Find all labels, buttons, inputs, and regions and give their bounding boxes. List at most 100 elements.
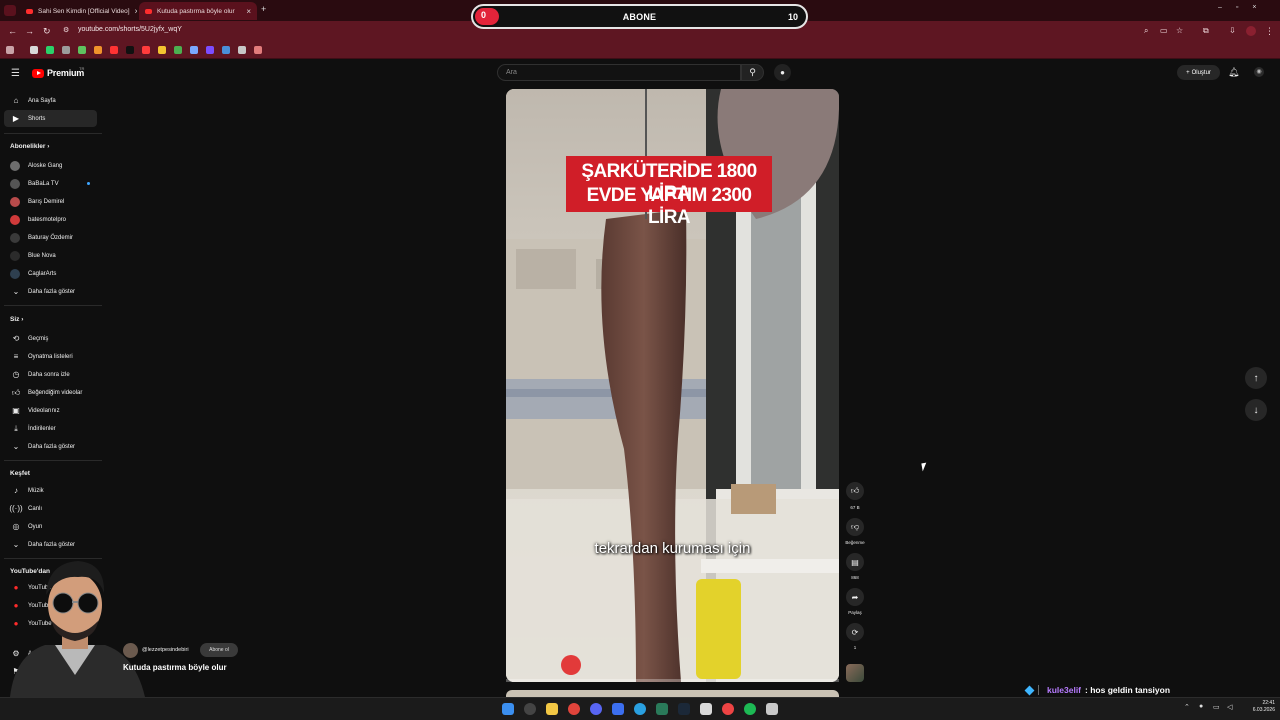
network-icon[interactable]: ▭ bbox=[1213, 703, 1220, 711]
voice-search-button[interactable]: ● bbox=[774, 64, 791, 81]
browser-menu-icon[interactable]: ⋮ bbox=[1265, 26, 1274, 37]
channel-handle[interactable]: @lezzetpesindebiri bbox=[142, 647, 189, 653]
shorts-video-player[interactable]: ŞARKÜTERİDE 1800 LİRA EVDE YAPTIM 2300 L… bbox=[506, 89, 839, 682]
remix-button[interactable]: ⟳ bbox=[846, 623, 864, 641]
show-more-you[interactable]: ⌄ Daha fazla göster bbox=[4, 438, 97, 455]
sidebar-item-watch-later[interactable]: ◷ Daha sonra izle bbox=[4, 366, 97, 383]
subscribe-button[interactable]: Abone ol bbox=[200, 643, 238, 657]
steam-icon[interactable] bbox=[678, 703, 690, 715]
notifications-bell-icon[interactable]: 🔔︎ bbox=[1228, 67, 1239, 78]
tray-chevron-icon[interactable]: ⌃ bbox=[1184, 703, 1190, 711]
chrome-icon[interactable] bbox=[568, 703, 580, 715]
extensions-icon[interactable]: ⧉ bbox=[1203, 26, 1209, 36]
sidebar-item-liked-videos[interactable]: 👍︎ Beğendiğim videolar bbox=[4, 384, 97, 401]
account-avatar[interactable]: ◉ bbox=[1254, 67, 1264, 77]
close-tab-icon[interactable]: × bbox=[135, 7, 137, 16]
sidebar-item-label: Geçmiş bbox=[28, 335, 49, 342]
tab-search-button[interactable] bbox=[4, 5, 16, 16]
subscriptions-heading[interactable]: Abonelikler › bbox=[10, 143, 49, 150]
previous-short-button[interactable]: ↑ bbox=[1245, 367, 1267, 389]
download-icon: ⤓ bbox=[14, 423, 18, 433]
volume-icon[interactable]: ◁ bbox=[1227, 703, 1232, 711]
dislike-button[interactable]: 👎︎ bbox=[846, 518, 864, 536]
subscription-item[interactable]: BaBaLa TV bbox=[4, 175, 97, 192]
browser-tab-2[interactable]: Kutuda pastırma böyle olur × bbox=[139, 2, 257, 20]
app-icon[interactable] bbox=[656, 703, 668, 715]
search-icon[interactable] bbox=[524, 703, 536, 715]
bookmark-icon[interactable] bbox=[174, 46, 182, 54]
share-label: Paylaş bbox=[848, 610, 862, 615]
subscription-item[interactable]: Aloske Gang bbox=[4, 157, 97, 174]
cast-icon[interactable]: ▭ bbox=[1160, 26, 1168, 35]
app-icon[interactable] bbox=[766, 703, 778, 715]
apps-icon[interactable] bbox=[6, 46, 14, 54]
sidebar-item-gaming[interactable]: ◎ Oyun bbox=[4, 518, 97, 535]
bookmark-icon[interactable] bbox=[94, 46, 102, 54]
mic-icon: ● bbox=[780, 68, 785, 77]
bookmark-icon[interactable] bbox=[222, 46, 230, 54]
folder-icon[interactable] bbox=[158, 46, 166, 54]
show-more-subscriptions[interactable]: ⌄ Daha fazla göster bbox=[4, 283, 97, 300]
bookmark-icon[interactable] bbox=[62, 46, 70, 54]
hamburger-menu-icon[interactable]: ☰ bbox=[11, 68, 20, 79]
bookmark-icon[interactable] bbox=[30, 46, 38, 54]
profile-avatar[interactable] bbox=[1246, 26, 1256, 36]
bookmark-icon[interactable] bbox=[78, 46, 86, 54]
video-progress-bar[interactable] bbox=[506, 679, 839, 682]
subscription-item[interactable]: Baturay Özdemir bbox=[4, 229, 97, 246]
telegram-icon[interactable] bbox=[634, 703, 646, 715]
site-info-icon[interactable]: ⚙ bbox=[63, 26, 69, 34]
share-button[interactable]: ➦ bbox=[846, 588, 864, 606]
url-field[interactable]: youtube.com/shorts/5U2jyfx_wqY bbox=[78, 26, 182, 33]
search-button[interactable]: ⚲ bbox=[741, 64, 764, 81]
zoom-icon[interactable]: ⌕ bbox=[1144, 26, 1148, 36]
bookmark-icon[interactable] bbox=[190, 46, 198, 54]
x-bookmark-icon[interactable] bbox=[126, 46, 134, 54]
sidebar-item-shorts[interactable]: ▶ Shorts bbox=[4, 110, 97, 127]
app-icon[interactable] bbox=[700, 703, 712, 715]
like-button[interactable]: 👍︎ bbox=[846, 482, 864, 500]
sidebar-item-downloads[interactable]: ⤓ İndirilenler bbox=[4, 420, 97, 437]
reload-icon[interactable]: ↻ bbox=[43, 26, 51, 37]
sidebar-item-your-videos[interactable]: ▣ Videolarınız bbox=[4, 402, 97, 419]
channel-avatar[interactable] bbox=[123, 643, 138, 658]
sidebar-item-music[interactable]: ♪ Müzik bbox=[4, 482, 97, 499]
window-controls[interactable]: –▫× bbox=[1218, 4, 1270, 11]
you-heading[interactable]: Siz › bbox=[10, 316, 23, 323]
spotify-icon[interactable] bbox=[744, 703, 756, 715]
back-icon[interactable]: ← bbox=[8, 26, 17, 36]
bookmark-icon[interactable] bbox=[46, 46, 54, 54]
bookmark-icon[interactable] bbox=[254, 46, 262, 54]
create-button[interactable]: + Oluştur bbox=[1177, 65, 1220, 80]
app-icon[interactable] bbox=[612, 703, 624, 715]
sidebar-item-playlists[interactable]: ≡ Oynatma listeleri bbox=[4, 348, 97, 365]
discord-icon[interactable] bbox=[590, 703, 602, 715]
windows-start-icon[interactable] bbox=[502, 703, 514, 715]
tray-app-icon[interactable]: ● bbox=[1199, 703, 1203, 710]
downloads-icon[interactable]: ⇩ bbox=[1229, 26, 1236, 35]
app-icon[interactable] bbox=[722, 703, 734, 715]
comments-button[interactable]: ▤ bbox=[846, 553, 864, 571]
bookmark-star-icon[interactable]: ☆ bbox=[1176, 26, 1183, 35]
new-tab-icon[interactable]: + bbox=[261, 4, 266, 14]
close-tab-icon[interactable]: × bbox=[246, 7, 251, 16]
bookmark-icon[interactable] bbox=[142, 46, 150, 54]
sidebar-item-history[interactable]: ⟲ Geçmiş bbox=[4, 330, 97, 347]
browser-tab-1[interactable]: Sahi Sen Kimdin [Official Video] × bbox=[20, 2, 137, 20]
bookmark-icon[interactable] bbox=[110, 46, 118, 54]
subscription-item[interactable]: Barış Demirel bbox=[4, 193, 97, 210]
bookmark-icon[interactable] bbox=[238, 46, 246, 54]
next-short-button[interactable]: ↓ bbox=[1245, 399, 1267, 421]
bookmark-icon[interactable] bbox=[206, 46, 214, 54]
subscription-item[interactable]: CaglarArts bbox=[4, 265, 97, 282]
file-explorer-icon[interactable] bbox=[546, 703, 558, 715]
forward-icon[interactable]: → bbox=[25, 26, 34, 36]
subscription-item[interactable]: batesmotelpro bbox=[4, 211, 97, 228]
taskbar-clock[interactable]: 22:41 6.03.2026 bbox=[1245, 700, 1275, 714]
sidebar-item-home[interactable]: ⌂ Ana Sayfa bbox=[4, 92, 97, 109]
sound-thumbnail[interactable] bbox=[846, 664, 864, 682]
subscription-item[interactable]: Blue Nova bbox=[4, 247, 97, 264]
sidebar-item-live[interactable]: ((·)) Canlı bbox=[4, 500, 97, 517]
youtube-logo[interactable]: Premium bbox=[32, 68, 84, 78]
search-input[interactable]: Ara bbox=[497, 64, 741, 81]
